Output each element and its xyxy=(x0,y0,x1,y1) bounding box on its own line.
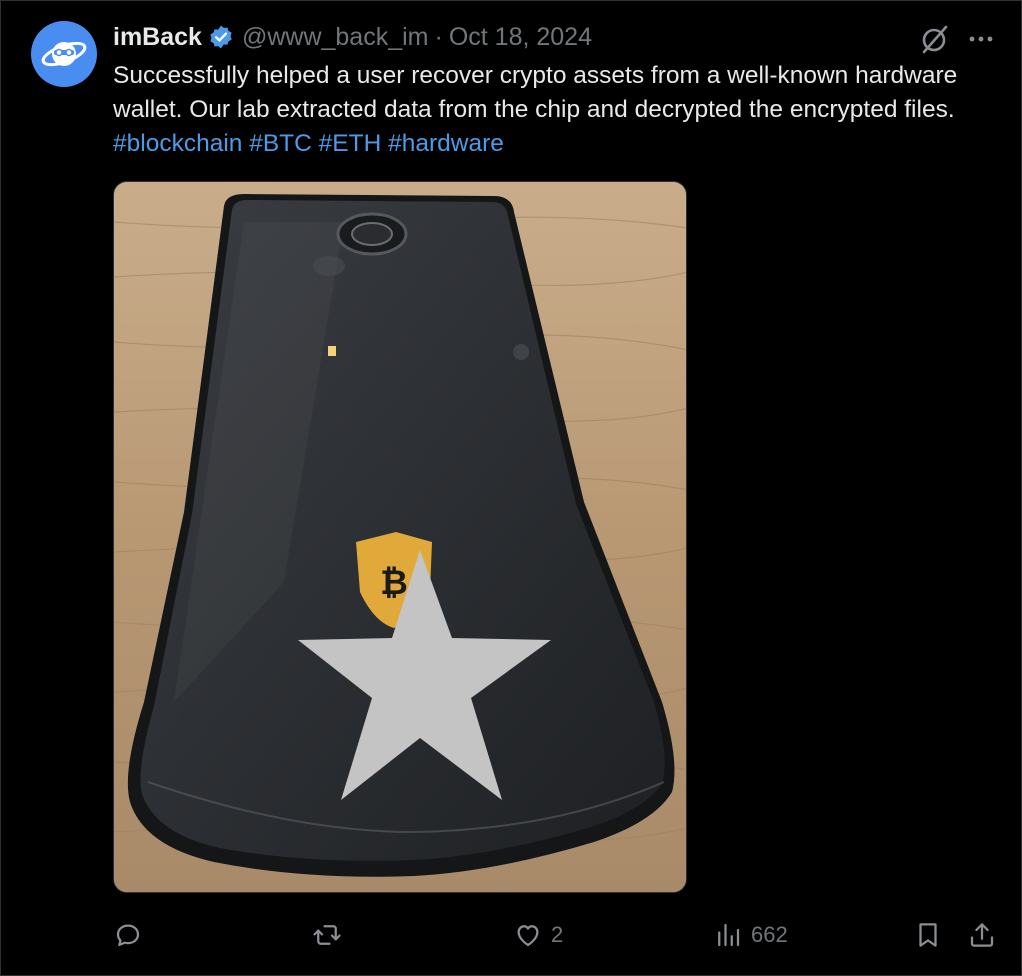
hashtag-link[interactable]: #ETH xyxy=(319,130,382,157)
verified-badge-icon[interactable] xyxy=(208,24,234,50)
views-button[interactable]: 662 xyxy=(713,913,788,957)
author-handle[interactable]: @www_back_im xyxy=(242,23,429,52)
views-count: 662 xyxy=(751,922,788,947)
tweet-header: imBack @www_back_im · Oct 18, 2024 xyxy=(113,21,592,53)
planet-logo-icon xyxy=(41,41,87,67)
bookmark-icon xyxy=(919,923,937,947)
like-count: 2 xyxy=(551,922,564,947)
retweet-button[interactable] xyxy=(311,913,351,957)
share-button[interactable] xyxy=(967,913,997,957)
retweet-icon xyxy=(313,925,341,945)
tweet-media-image[interactable]: ₿ xyxy=(113,181,687,893)
share-icon xyxy=(970,923,994,947)
heart-icon xyxy=(517,925,539,947)
views-chart-icon xyxy=(718,923,740,947)
action-bar: 2 662 xyxy=(1,913,1022,957)
separator-dot: · xyxy=(434,22,443,51)
hashtag-link[interactable]: #hardware xyxy=(388,130,504,157)
hardware-wallet-photo: ₿ xyxy=(114,182,686,892)
grok-icon[interactable] xyxy=(919,23,951,55)
tweet-text: Successfully helped a user recover crypt… xyxy=(113,59,993,161)
display-name[interactable]: imBack xyxy=(113,23,202,52)
bookmark-button[interactable] xyxy=(913,913,943,957)
more-options-icon[interactable] xyxy=(965,25,997,53)
tweet-card[interactable]: imBack @www_back_im · Oct 18, 2024 Succe… xyxy=(0,0,1022,976)
avatar[interactable] xyxy=(31,21,97,87)
like-button[interactable]: 2 xyxy=(513,913,563,957)
hashtag-link[interactable]: #BTC xyxy=(249,130,312,157)
tweet-body-text: Successfully helped a user recover crypt… xyxy=(113,62,958,123)
reply-icon xyxy=(116,924,140,947)
tweet-date[interactable]: Oct 18, 2024 xyxy=(449,23,592,52)
svg-text:₿: ₿ xyxy=(380,563,408,603)
hashtag-link[interactable]: #blockchain xyxy=(113,130,242,157)
reply-button[interactable] xyxy=(113,913,151,957)
